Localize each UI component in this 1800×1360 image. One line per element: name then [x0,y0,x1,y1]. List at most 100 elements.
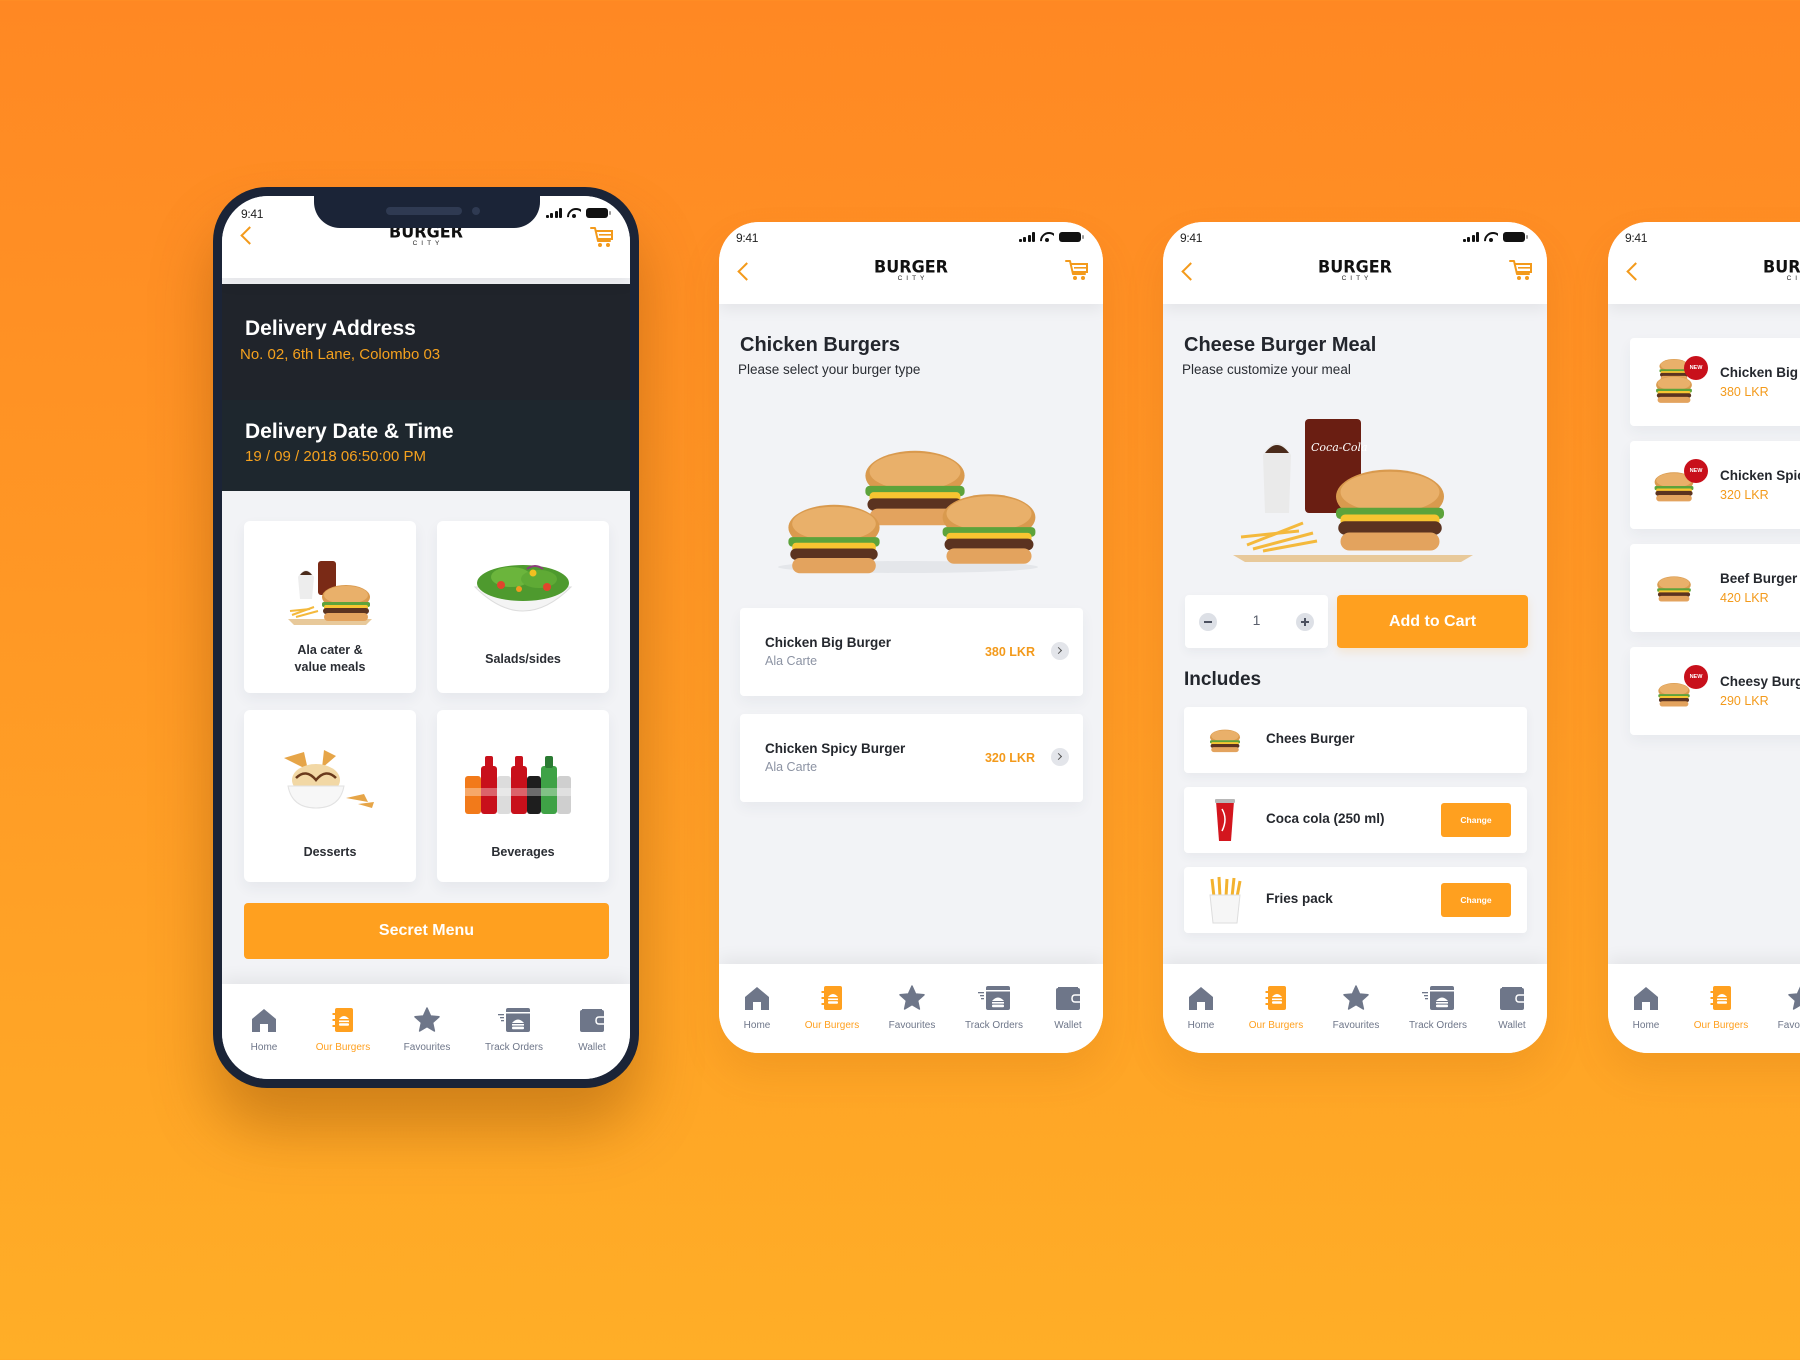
nav-favourites[interactable]: Favourites [877,984,947,1031]
svg-text:Coca-Cola: Coca-Cola [1311,441,1368,454]
delivery-datetime-value: 19 / 09 / 2018 06:50:00 PM [245,448,426,465]
signal-icon [1018,232,1035,242]
nav-our-burgers[interactable]: Our Burgers [797,984,867,1031]
include-item-name: Fries pack [1266,891,1333,906]
nav-favourites[interactable]: Favourites [392,1006,462,1053]
back-chevron-icon[interactable] [1624,262,1644,282]
change-button[interactable]: Change [1441,883,1511,917]
item-price: 420 LKR [1720,591,1769,605]
status-bar: 9:41 [719,222,1103,252]
screen-home: 9:41 BURGER CITY Delivery Address No. 02… [222,196,630,1079]
battery-icon [1059,232,1084,242]
category-label: Beverages [491,845,555,859]
wifi-icon [567,208,581,218]
burger-list-item[interactable]: NEW Chicken Big Burger 380 LKR [1630,338,1800,426]
dessert-image [284,750,374,809]
nav-track-orders[interactable]: Track Orders [959,984,1029,1031]
status-bar: 9:41 [1608,222,1800,252]
nav-track-orders[interactable]: Track Orders [1403,984,1473,1031]
salad-image [473,565,573,612]
cart-icon[interactable] [1065,259,1089,281]
item-name: Chicken Big Burger [765,635,892,650]
item-name: Chicken Big Burger [1720,365,1800,380]
cart-icon[interactable] [590,226,614,248]
nav-track-orders[interactable]: Track Orders [479,1006,549,1053]
item-price: 290 LKR [1720,694,1769,708]
item-subtitle: Ala Carte [765,760,818,774]
home-icon [1187,984,1215,1012]
secret-menu-button[interactable]: Secret Menu [244,903,609,959]
include-item: Fries pack Change [1184,867,1527,933]
chevron-right-icon[interactable] [1051,748,1069,766]
nav-favourites[interactable]: Favourites [1766,984,1800,1031]
burger-menu-book-icon [818,984,846,1012]
nav-home[interactable]: Home [1166,984,1236,1031]
burger-menu-book-icon [1262,984,1290,1012]
include-item: Coca cola (250 ml) Change [1184,787,1527,853]
page-subtitle: Please customize your meal [1182,362,1351,377]
category-label: Desserts [303,845,357,859]
item-name: Beef Burger [1720,571,1798,586]
new-badge: NEW [1684,356,1708,380]
add-to-cart-button[interactable]: Add to Cart [1337,595,1528,648]
minus-icon[interactable] [1199,613,1217,631]
cart-icon[interactable] [1509,259,1533,281]
quantity-stepper: 1 [1185,595,1328,648]
burger-list-item[interactable]: Chicken Spicy Burger Ala Carte 320 LKR [740,714,1083,802]
burger-list-item[interactable]: Chicken Big Burger Ala Carte 380 LKR [740,608,1083,696]
star-icon [1787,984,1800,1012]
category-card-salads[interactable]: Salads/sides [437,521,609,693]
new-badge: NEW [1684,665,1708,689]
nav-home[interactable]: Home [1611,984,1681,1031]
change-button[interactable]: Change [1441,803,1511,837]
burger-list-item[interactable]: NEW Chicken Spicy Burger 320 LKR [1630,441,1800,529]
signal-icon [545,208,562,218]
back-chevron-icon[interactable] [238,226,258,246]
cheese-burger-thumb [1210,729,1240,753]
nav-wallet[interactable]: Wallet [557,1006,627,1053]
delivery-datetime-panel[interactable]: Delivery Date & Time 19 / 09 / 2018 06:5… [222,400,630,491]
burger-menu-book-icon [329,1006,357,1034]
signal-icon [1462,232,1479,242]
nav-our-burgers[interactable]: Our Burgers [1241,984,1311,1031]
nav-our-burgers[interactable]: Our Burgers [308,1006,378,1053]
include-item: Chees Burger [1184,707,1527,773]
status-time: 9:41 [1625,231,1648,245]
quantity-value[interactable]: 1 [1253,612,1261,628]
plus-icon[interactable] [1296,613,1314,631]
nav-home[interactable]: Home [229,1006,299,1053]
delivery-address-panel[interactable]: Delivery Address No. 02, 6th Lane, Colom… [222,284,630,400]
burger-list-item[interactable]: Beef Burger 420 LKR [1630,544,1800,632]
meal-image [288,561,372,625]
wallet-icon [1498,984,1526,1012]
include-item-name: Coca cola (250 ml) [1266,811,1385,826]
screen-chicken-burgers: 9:41 BURGER CITY Chicken Burgers Please … [719,222,1103,1053]
wallet-icon [1054,984,1082,1012]
category-card-beverages[interactable]: Beverages [437,710,609,882]
phone-notch [314,196,540,228]
delivery-address-title: Delivery Address [245,317,416,340]
status-time: 9:41 [241,207,264,221]
delivery-address-value: No. 02, 6th Lane, Colombo 03 [240,346,441,363]
chicken-burgers-image [778,450,1038,574]
star-icon [413,1006,441,1034]
category-card-meals[interactable]: Ala cater & value meals [244,521,416,693]
screen-burger-list: 9:41 BURGER CITY NEW Chicken Big Burger … [1608,222,1800,1053]
chevron-right-icon[interactable] [1051,642,1069,660]
category-card-desserts[interactable]: Desserts [244,710,416,882]
nav-wallet[interactable]: Wallet [1477,984,1547,1031]
back-chevron-icon[interactable] [735,262,755,282]
bottom-nav: Home Our Burgers Favourites Track Orders… [719,964,1103,1053]
status-time: 9:41 [736,231,759,245]
nav-wallet[interactable]: Wallet [1033,984,1103,1031]
burger-list-item[interactable]: NEW Cheesy Burger 290 LKR [1630,647,1800,735]
wifi-icon [1484,232,1498,242]
nav-home[interactable]: Home [722,984,792,1031]
nav-our-burgers[interactable]: Our Burgers [1686,984,1756,1031]
brand-logo: BURGER CITY [1318,256,1392,282]
item-price: 320 LKR [1720,488,1769,502]
back-chevron-icon[interactable] [1179,262,1199,282]
nav-favourites[interactable]: Favourites [1321,984,1391,1031]
category-label-line2: value meals [294,660,366,674]
new-badge: NEW [1684,459,1708,483]
